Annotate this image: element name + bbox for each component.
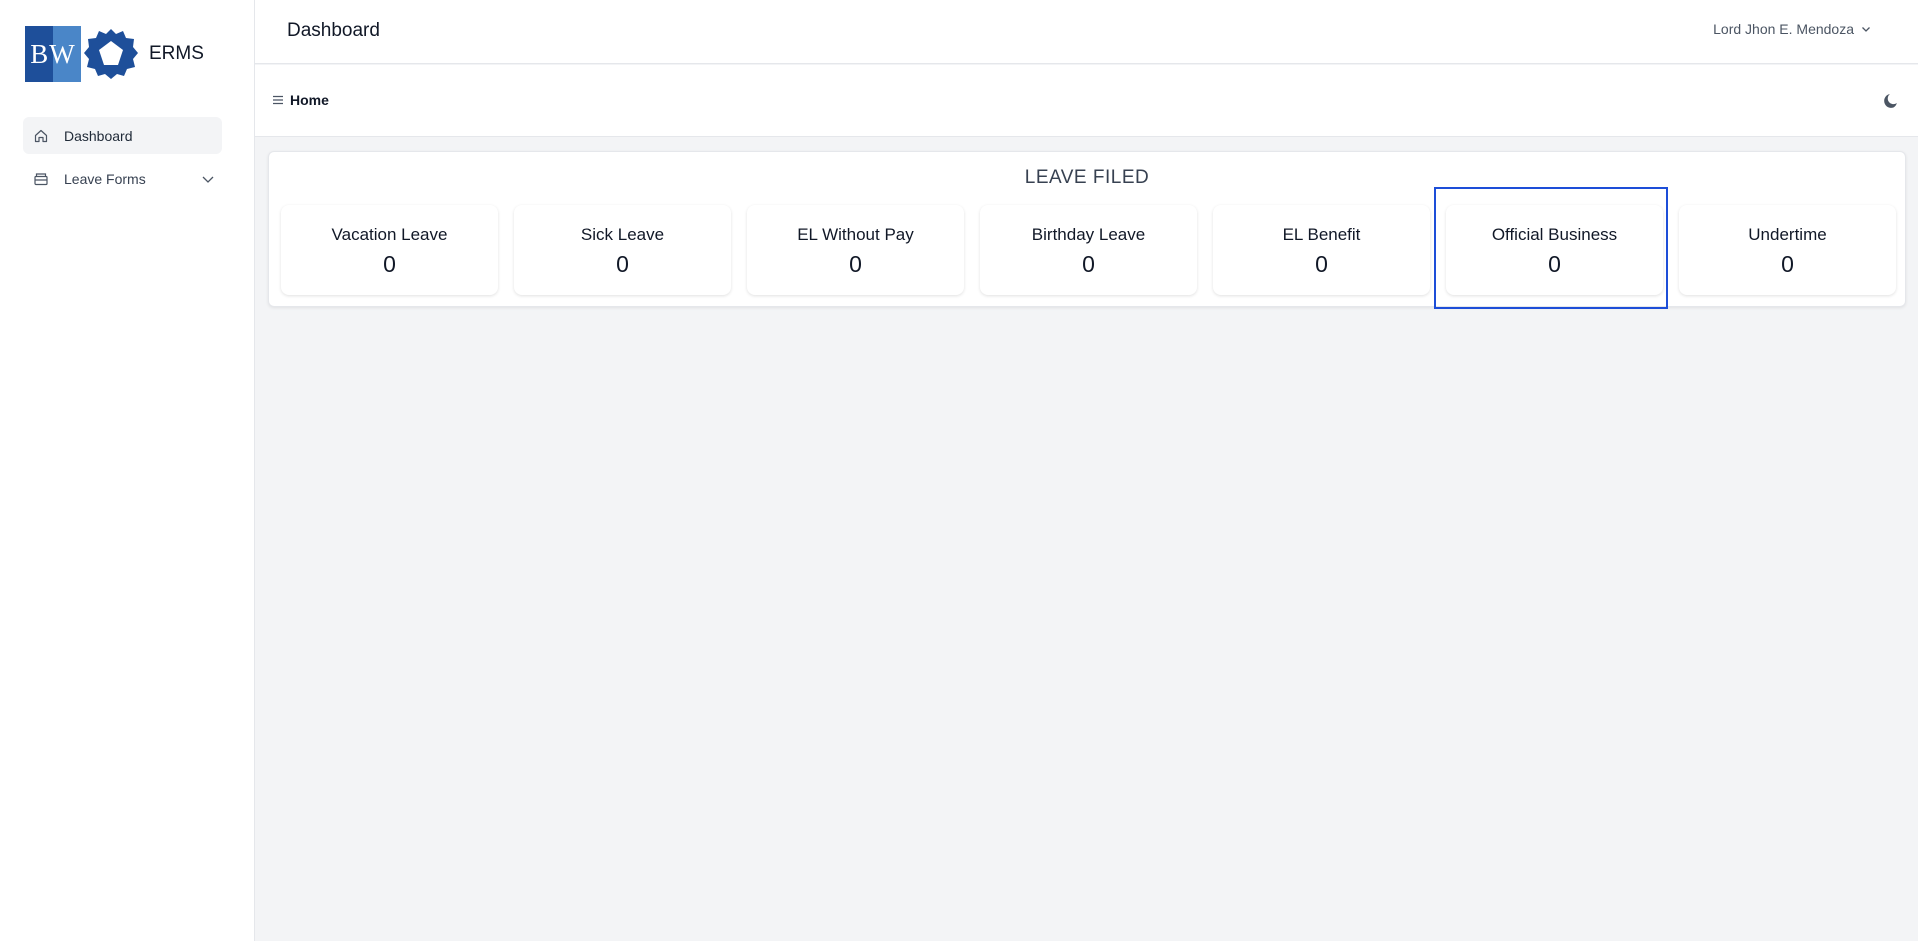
logo-letters: BW	[30, 38, 76, 69]
leave-card-el-benefit[interactable]: EL Benefit 0	[1213, 205, 1430, 295]
card-count: 0	[1315, 251, 1328, 277]
card-count: 0	[1082, 251, 1095, 277]
logo[interactable]: BW ERMS	[25, 26, 204, 82]
home-icon	[34, 129, 48, 142]
leave-filed-panel: LEAVE FILED Vacation Leave 0 Sick Leave …	[268, 151, 1906, 307]
panel-title: LEAVE FILED	[1024, 167, 1150, 188]
leave-card-birthday[interactable]: Birthday Leave 0	[980, 205, 1197, 295]
card-count: 0	[849, 251, 862, 277]
user-menu[interactable]: Lord Jhon E. Mendoza	[1713, 21, 1872, 37]
dark-mode-toggle-icon[interactable]	[1880, 91, 1900, 111]
card-count: 0	[383, 251, 396, 277]
breadcrumb: Home	[271, 92, 329, 108]
card-count: 0	[1781, 251, 1794, 277]
card-count: 0	[1548, 251, 1561, 277]
breadcrumb-home[interactable]: Home	[290, 92, 329, 108]
sidebar-item-label: Dashboard	[64, 127, 133, 144]
leave-card-vacation[interactable]: Vacation Leave 0	[281, 205, 498, 295]
card-label: Official Business	[1491, 225, 1618, 244]
page-title: Dashboard	[287, 20, 380, 41]
card-label: Vacation Leave	[331, 225, 448, 244]
leave-card-official-business[interactable]: Official Business 0	[1446, 205, 1663, 295]
logo-mark: BW	[25, 26, 81, 82]
top-header: Dashboard Lord Jhon E. Mendoza	[255, 0, 1918, 64]
card-label: Undertime	[1748, 225, 1827, 244]
card-label: EL Benefit	[1282, 225, 1361, 244]
user-name: Lord Jhon E. Mendoza	[1713, 21, 1854, 37]
logo-emblem-icon	[84, 29, 138, 79]
leave-card-el-without-pay[interactable]: EL Without Pay 0	[747, 205, 964, 295]
app-name: ERMS	[149, 43, 204, 64]
menu-icon[interactable]	[271, 93, 285, 107]
card-count: 0	[616, 251, 629, 277]
sidebar-item-label: Leave Forms	[64, 170, 146, 187]
card-label: EL Without Pay	[797, 225, 914, 244]
sidebar: BW ERMS Dashboard Leave Forms	[0, 0, 255, 941]
chevron-down-icon	[1862, 27, 1870, 32]
chevron-down-icon[interactable]	[200, 171, 216, 187]
card-label: Sick Leave	[580, 225, 665, 244]
sidebar-item-dashboard[interactable]: Dashboard	[23, 117, 222, 154]
leave-card-sick[interactable]: Sick Leave 0	[514, 205, 731, 295]
archive-icon	[34, 172, 48, 185]
leave-card-undertime[interactable]: Undertime 0	[1679, 205, 1896, 295]
card-label: Birthday Leave	[1031, 225, 1146, 244]
sidebar-item-leave-forms[interactable]: Leave Forms	[23, 160, 222, 197]
breadcrumb-bar: Home	[255, 65, 1918, 137]
